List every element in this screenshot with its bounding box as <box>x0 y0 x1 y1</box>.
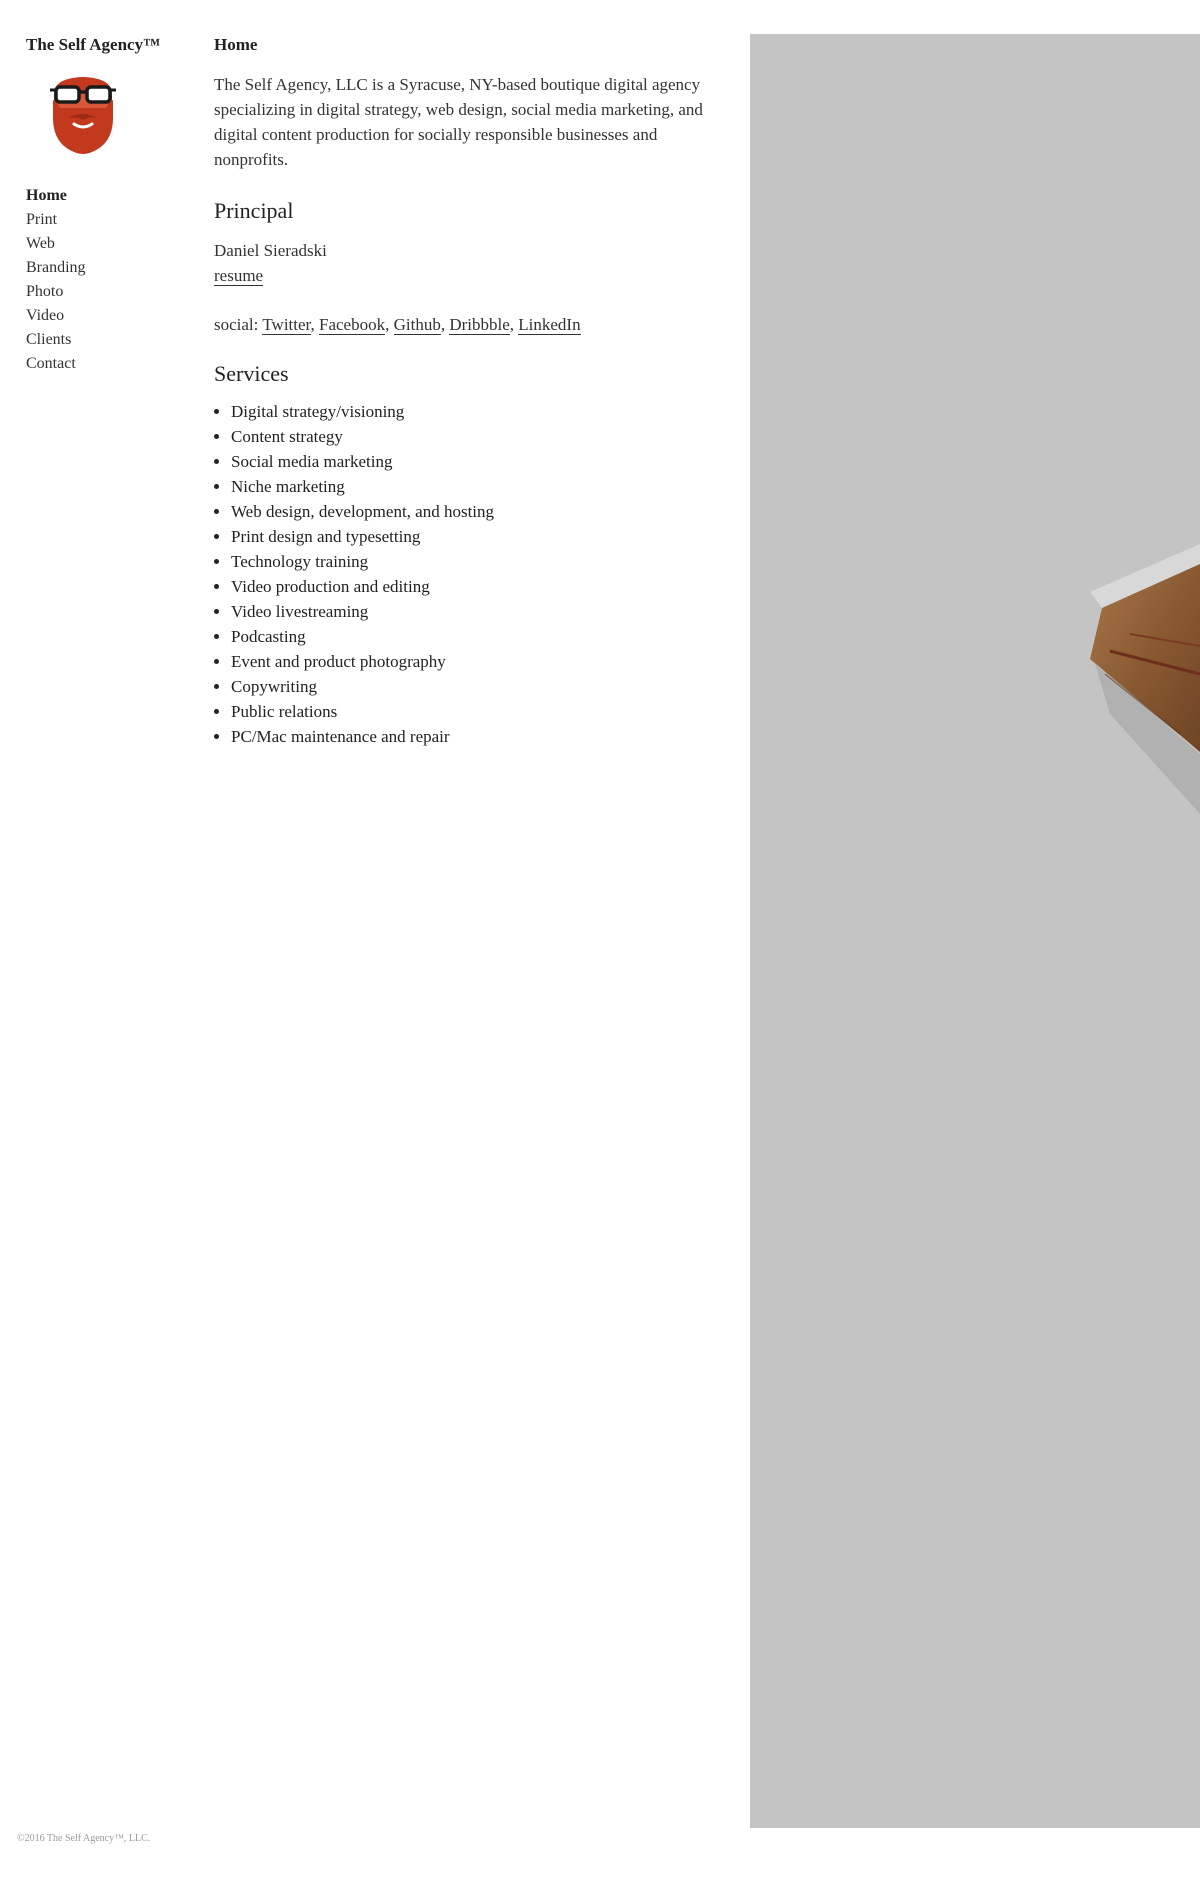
resume-line: resume <box>214 263 714 288</box>
facebook-link[interactable]: Facebook <box>319 315 386 335</box>
list-item: Content strategy <box>231 424 714 449</box>
list-item: Video livestreaming <box>231 599 714 624</box>
list-item: Niche marketing <box>231 474 714 499</box>
sidebar: The Self Agency™ Home Print Web Branding… <box>26 32 186 372</box>
list-item: Social media marketing <box>231 449 714 474</box>
bearded-face-with-glasses-icon[interactable] <box>50 72 116 154</box>
principal-name: Daniel Sieradski <box>214 241 327 260</box>
resume-link[interactable]: resume <box>214 266 264 286</box>
nav-item-web[interactable]: Web <box>26 232 86 256</box>
site-title[interactable]: The Self Agency™ <box>26 32 186 58</box>
list-item: Event and product photography <box>231 649 714 674</box>
services-heading: Services <box>214 361 289 386</box>
list-item: Print design and typesetting <box>231 524 714 549</box>
nav-item-photo[interactable]: Photo <box>26 280 86 304</box>
list-item: PC/Mac maintenance and repair <box>231 724 714 749</box>
footer-copyright: ©2016 The Self Agency™, LLC. <box>17 1833 151 1844</box>
nav-item-branding[interactable]: Branding <box>26 256 86 280</box>
hero-image <box>750 34 1200 1828</box>
nav-item-home[interactable]: Home <box>26 184 86 208</box>
nav-item-video[interactable]: Video <box>26 304 86 328</box>
page-title: Home <box>214 35 258 54</box>
social-prefix: social: <box>214 315 259 334</box>
list-item: Video production and editing <box>231 574 714 599</box>
list-item: Copywriting <box>231 674 714 699</box>
main-nav: Home Print Web Branding Photo Video Clie… <box>26 184 86 376</box>
nav-item-print[interactable]: Print <box>26 208 86 232</box>
linkedin-link[interactable]: LinkedIn <box>518 315 581 335</box>
services-list: Digital strategy/visioning Content strat… <box>214 399 714 749</box>
list-item: Digital strategy/visioning <box>231 399 714 424</box>
list-item: Web design, development, and hosting <box>231 499 714 524</box>
list-item: Technology training <box>231 549 714 574</box>
twitter-link[interactable]: Twitter <box>262 315 311 335</box>
nav-item-clients[interactable]: Clients <box>26 328 86 352</box>
dribbble-link[interactable]: Dribbble <box>449 315 510 335</box>
main-content: Home The Self Agency, LLC is a Syracuse,… <box>214 32 714 749</box>
list-item: Public relations <box>231 699 714 724</box>
social-links: social: Twitter, Facebook, Github, Dribb… <box>214 315 581 335</box>
intro-paragraph: The Self Agency, LLC is a Syracuse, NY-b… <box>214 75 703 169</box>
principal-heading: Principal <box>214 198 294 223</box>
github-link[interactable]: Github <box>393 315 441 335</box>
list-item: Podcasting <box>231 624 714 649</box>
nav-item-contact[interactable]: Contact <box>26 352 86 376</box>
